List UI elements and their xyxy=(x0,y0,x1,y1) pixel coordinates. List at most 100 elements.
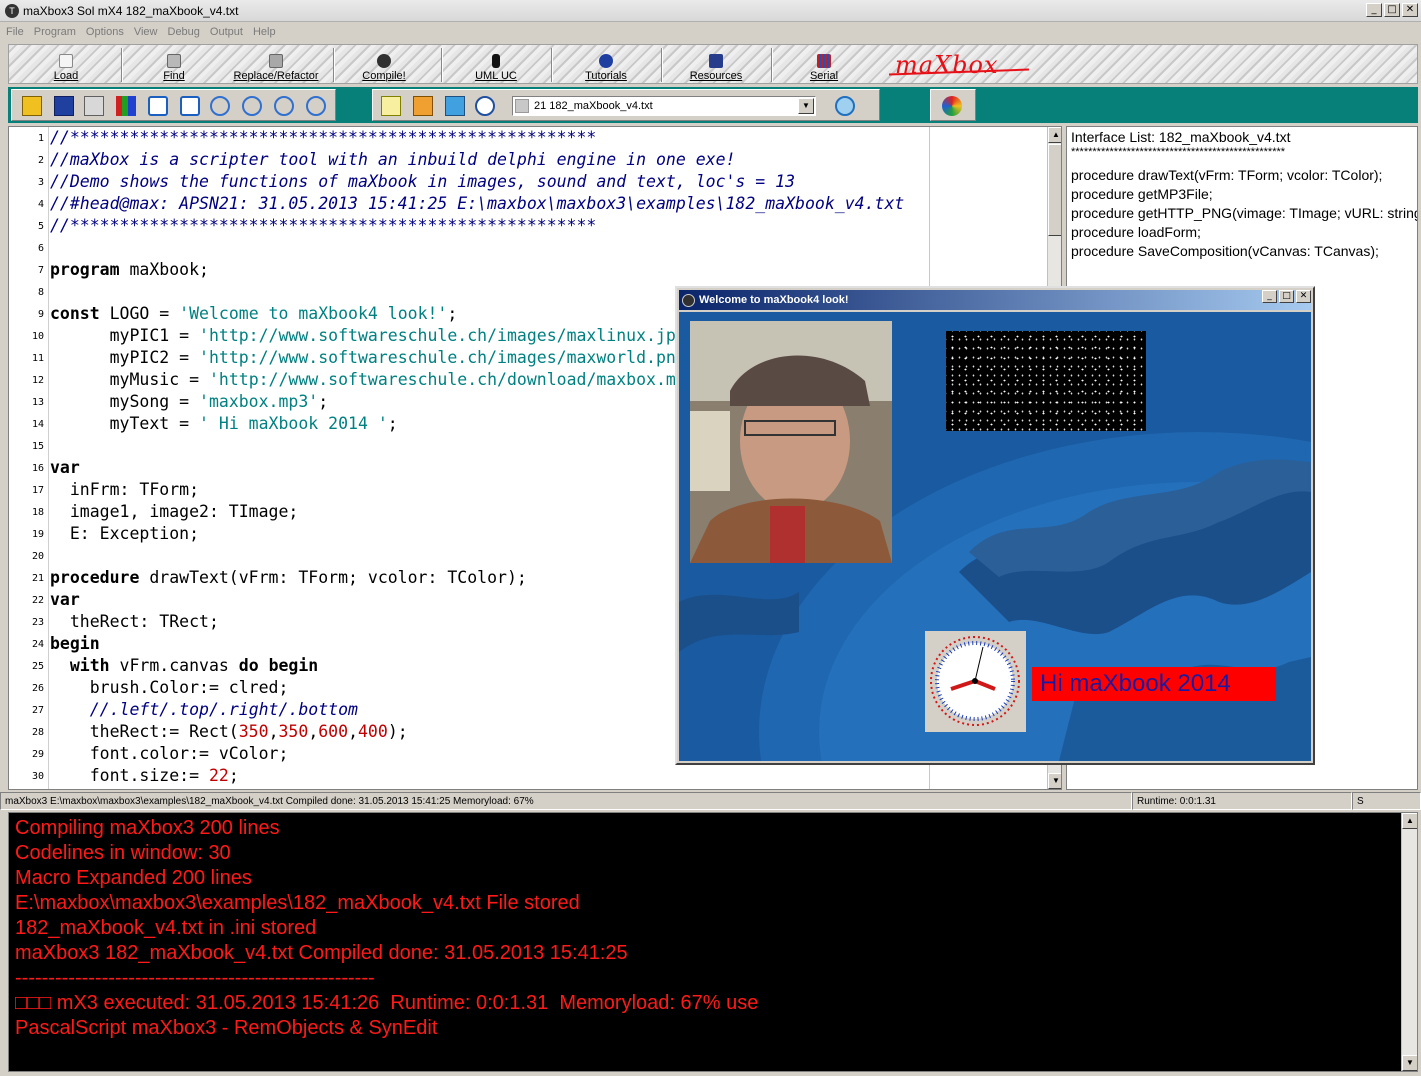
portrait-image xyxy=(690,321,892,563)
maximize-button[interactable]: □ xyxy=(1384,3,1400,17)
find-icon xyxy=(167,54,181,68)
window-controls: _ □ ✕ xyxy=(1366,3,1418,17)
toolbar-separator xyxy=(661,48,663,82)
app-icon: T xyxy=(5,3,19,18)
line-number: 10 xyxy=(31,331,44,342)
clock-face-drawing xyxy=(925,631,1026,732)
code-line-21: procedure drawText(vFrm: TForm; vcolor: … xyxy=(50,568,527,587)
compass-icon[interactable] xyxy=(475,96,495,116)
child-title-bar[interactable]: Welcome to maXbook4 look! xyxy=(679,290,1311,310)
line-number: 20 xyxy=(31,551,44,562)
uml-icon xyxy=(492,54,500,68)
code-line-28: theRect:= Rect(350,350,600,400); xyxy=(50,722,408,741)
save-icon[interactable] xyxy=(54,96,74,116)
compile-button[interactable]: Compile! xyxy=(349,48,419,82)
console-line: ----------------------------------------… xyxy=(15,967,375,989)
menu-program[interactable]: Program xyxy=(34,26,76,38)
uml-uc-button[interactable]: UML UC xyxy=(461,48,531,82)
file-combo[interactable]: 21 182_maXbook_v4.txt ▼ xyxy=(512,96,816,116)
globe-icon[interactable] xyxy=(835,96,855,116)
line-number: 19 xyxy=(31,529,44,540)
code-line-25: with vFrm.canvas do begin xyxy=(69,656,319,675)
line-number: 6 xyxy=(37,243,44,254)
menu-help[interactable]: Help xyxy=(253,26,276,38)
toolbar-separator xyxy=(441,48,443,82)
line-number: 4 xyxy=(37,199,44,210)
toolbar-separator xyxy=(121,48,123,82)
line-number: 16 xyxy=(31,463,44,474)
console-scrollbar[interactable]: ▲ ▼ xyxy=(1401,813,1417,1071)
serial-button[interactable]: Serial xyxy=(789,48,859,82)
file-tools-panel: 21 182_maXbook_v4.txt ▼ xyxy=(372,89,880,121)
open-folder-icon[interactable] xyxy=(22,96,42,116)
load-icon xyxy=(59,54,73,68)
hi-maxbook-label: Hi maXbook 2014 xyxy=(1032,667,1276,701)
child-close-button[interactable]: ✕ xyxy=(1296,290,1311,303)
resources-button[interactable]: Resources xyxy=(679,48,753,82)
line-number: 24 xyxy=(31,639,44,650)
print-icon[interactable] xyxy=(84,96,104,116)
code-line-4: //#head@max: APSN21: 31.05.2013 15:41:25… xyxy=(50,194,905,213)
child-window-controls: _ □ ✕ xyxy=(1262,290,1311,303)
code-line-24: begin xyxy=(50,634,100,653)
line-number: 29 xyxy=(31,749,44,760)
maxbook-form-window[interactable]: Welcome to maXbook4 look! _ □ ✕ Hi maXbo… xyxy=(675,286,1315,765)
code-line-9: const LOGO = 'Welcome to maXbook4 look!'… xyxy=(50,304,458,323)
interface-list-separator: ****************************************… xyxy=(1071,146,1286,158)
zoom-in-icon[interactable] xyxy=(306,96,326,116)
copy-icon[interactable] xyxy=(413,96,433,116)
find-button[interactable]: Find xyxy=(139,48,209,82)
load-button[interactable]: Load xyxy=(31,48,101,82)
chart-icon[interactable] xyxy=(116,96,136,116)
export-icon[interactable] xyxy=(445,96,465,116)
code-line-14: myText = ' Hi maXbook 2014 '; xyxy=(50,414,398,433)
code-line-27: //.left/.top/.right/.bottom xyxy=(89,700,358,719)
menu-view[interactable]: View xyxy=(134,26,158,38)
undo-icon[interactable] xyxy=(148,96,168,116)
toolbar-separator xyxy=(771,48,773,82)
zoom-out-icon[interactable] xyxy=(274,96,294,116)
code-line-2: //maXbox is a scripter tool with an inbu… xyxy=(50,150,736,169)
redo-icon[interactable] xyxy=(180,96,200,116)
line-number: 22 xyxy=(31,595,44,606)
line-number: 23 xyxy=(31,617,44,628)
scroll-up-icon[interactable]: ▲ xyxy=(1048,127,1061,143)
child-maximize-button[interactable]: □ xyxy=(1279,290,1294,303)
replace-refactor-button[interactable]: Replace/Refactor xyxy=(221,48,331,82)
code-line-10: myPIC1 = 'http://www.softwareschule.ch/i… xyxy=(50,326,706,345)
line-number: 15 xyxy=(31,441,44,452)
interface-item[interactable]: procedure SaveComposition(vCanvas: TCanv… xyxy=(1071,243,1379,259)
menu-debug[interactable]: Debug xyxy=(168,26,200,38)
interface-item[interactable]: procedure getMP3File; xyxy=(1071,186,1213,202)
file-combo-swatch xyxy=(515,99,529,113)
line-number: 30 xyxy=(31,771,44,782)
menu-options[interactable]: Options xyxy=(86,26,124,38)
line-number: 18 xyxy=(31,507,44,518)
child-minimize-button[interactable]: _ xyxy=(1262,290,1277,303)
line-number: 11 xyxy=(31,353,44,364)
close-button[interactable]: ✕ xyxy=(1402,3,1418,17)
code-line-11: myPIC2 = 'http://www.softwareschule.ch/i… xyxy=(50,348,706,367)
code-line-26: brush.Color:= clred; xyxy=(50,678,289,697)
interface-item[interactable]: procedure getHTTP_PNG(vimage: TImage; vU… xyxy=(1071,205,1417,221)
menu-output[interactable]: Output xyxy=(210,26,243,38)
tutorials-button[interactable]: Tutorials xyxy=(571,48,641,82)
status-path: maXbox3 E:\maxbox\maxbox3\examples\182_m… xyxy=(0,792,1132,810)
output-console[interactable]: Compiling maXbox3 200 lines Codelines in… xyxy=(8,812,1418,1072)
zoom-icon[interactable] xyxy=(210,96,230,116)
minimize-button[interactable]: _ xyxy=(1366,3,1382,17)
chevron-down-icon[interactable]: ▼ xyxy=(798,98,814,114)
code-line-1: //**************************************… xyxy=(50,128,597,147)
interface-item[interactable]: procedure drawText(vFrm: TForm; vcolor: … xyxy=(1071,167,1382,183)
menu-file[interactable]: File xyxy=(6,26,24,38)
code-line-30: font.size:= 22; xyxy=(50,766,239,785)
new-file-icon[interactable] xyxy=(381,96,401,116)
scroll-thumb[interactable] xyxy=(1048,144,1061,236)
zoom-fit-icon[interactable] xyxy=(242,96,262,116)
scroll-up-icon[interactable]: ▲ xyxy=(1402,813,1417,829)
console-line: E:\maxbox\maxbox3\examples\182_maXbook_v… xyxy=(15,892,580,914)
color-wheel-icon[interactable] xyxy=(942,96,962,116)
scroll-down-icon[interactable]: ▼ xyxy=(1402,1055,1417,1071)
scroll-down-icon[interactable]: ▼ xyxy=(1048,773,1061,789)
interface-item[interactable]: procedure loadForm; xyxy=(1071,224,1201,240)
